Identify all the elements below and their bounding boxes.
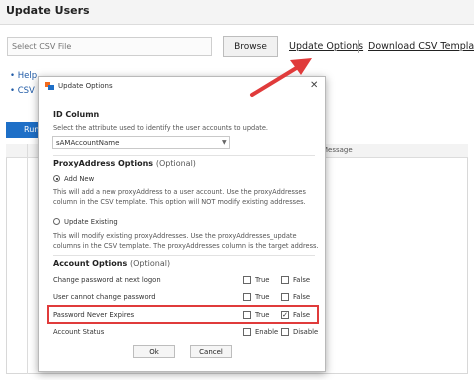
password-never-expires-true-label: True [255,311,270,319]
proxy-options-heading: ProxyAddress Options (Optional) [53,159,196,168]
id-column-description: Select the attribute used to identify th… [53,124,268,132]
update-existing-radio[interactable] [53,218,60,225]
change-password-true-label: True [255,276,270,284]
ok-button[interactable]: Ok [133,345,175,358]
account-options-heading: Account Options (Optional) [53,259,170,268]
close-icon[interactable]: ✕ [310,80,318,91]
change-password-false-checkbox[interactable] [281,276,289,284]
chevron-down-icon: ▼ [222,139,227,146]
divider [53,255,315,256]
add-new-label: Add New [64,175,95,183]
password-never-expires-true-checkbox[interactable] [243,311,251,319]
password-never-expires-false-checkbox[interactable]: ✓ [281,311,289,319]
change-password-true-checkbox[interactable] [243,276,251,284]
add-new-description-line2: column in the CSV template. This option … [53,198,306,206]
message-column-header: Message [322,146,353,154]
dialog-title: Update Options [58,82,113,90]
account-status-enable-checkbox[interactable] [243,328,251,336]
link-separator [358,40,359,53]
account-options-heading-label: Account Options [53,259,128,268]
id-column-heading: ID Column [53,110,100,119]
update-options-link[interactable]: Update Options [289,41,363,52]
change-password-false-label: False [293,276,311,284]
password-never-expires-false-label: False [293,311,311,319]
update-options-dialog: Update Options ✕ ID Column Select the at… [38,76,326,372]
cannot-change-password-label: User cannot change password [53,293,156,301]
update-existing-label: Update Existing [64,218,118,226]
page-header: Update Users [0,0,474,25]
update-existing-description-line1: This will modify existing proxyAddresses… [53,232,297,240]
password-never-expires-label: Password Never Expires [53,311,135,319]
page-title: Update Users [6,4,90,17]
proxy-options-heading-label: ProxyAddress Options [53,159,154,168]
account-status-label: Account Status [53,328,105,336]
change-password-label: Change password at next logon [53,276,161,284]
cannot-change-password-true-checkbox[interactable] [243,293,251,301]
cannot-change-password-false-checkbox[interactable] [281,293,289,301]
account-status-disable-label: Disable [293,328,319,336]
add-new-radio[interactable] [53,175,60,182]
download-csv-template-link[interactable]: Download CSV Template [368,41,474,52]
account-options-optional: (Optional) [130,259,171,268]
csv-file-input[interactable] [7,37,212,56]
account-status-disable-checkbox[interactable] [281,328,289,336]
divider [53,155,315,156]
cannot-change-password-false-label: False [293,293,311,301]
dialog-titlebar: Update Options ✕ [39,77,325,95]
app-logo-icon [45,82,54,90]
add-new-description-line1: This will add a new proxyAddress to a us… [53,188,306,196]
run-button[interactable]: Run [6,122,39,138]
update-existing-description-line2: columns in the CSV template. The proxyAd… [53,242,319,250]
help-link-label: Help [17,71,38,81]
results-table-divider [27,144,28,374]
cannot-change-password-true-label: True [255,293,270,301]
id-column-select[interactable]: sAMAccountName [52,136,230,149]
account-status-enable-label: Enable [255,328,279,336]
help-link[interactable]: • Help [10,71,37,81]
proxy-options-optional: (Optional) [155,159,196,168]
browse-button[interactable]: Browse [223,36,278,57]
cancel-button[interactable]: Cancel [190,345,232,358]
